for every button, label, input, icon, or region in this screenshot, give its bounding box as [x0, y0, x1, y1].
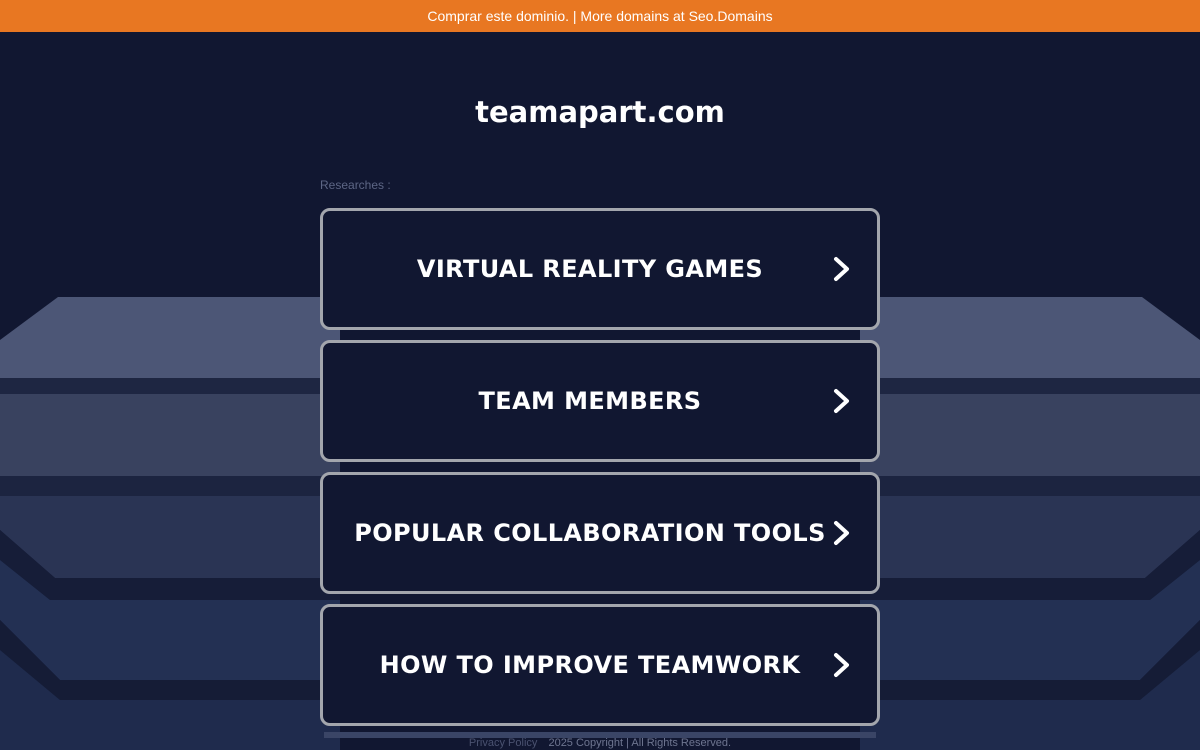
page: Comprar este dominio. | More domains at … [0, 0, 1200, 750]
link-label: VIRTUAL REALITY GAMES [416, 255, 764, 283]
link-button-virtual-reality-games[interactable]: VIRTUAL REALITY GAMES [320, 208, 880, 330]
research-links: VIRTUAL REALITY GAMES TEAM MEMBERS POPUL… [320, 208, 880, 736]
chevron-right-icon [834, 389, 849, 413]
privacy-policy-link[interactable]: Privacy Policy [469, 737, 537, 749]
domain-title: teamapart.com [475, 95, 725, 129]
link-button-popular-collaboration-tools[interactable]: POPULAR COLLABORATION TOOLS [320, 472, 880, 594]
link-label: TEAM MEMBERS [478, 387, 702, 415]
researches-label: Researches : [320, 178, 391, 192]
footer: Privacy Policy 2025 Copyright | All Righ… [0, 736, 1200, 750]
link-label: POPULAR COLLABORATION TOOLS [354, 519, 826, 547]
chevron-right-icon [834, 521, 849, 545]
copyright-text: 2025 Copyright | All Rights Reserved. [548, 737, 732, 749]
link-label: HOW TO IMPROVE TEAMWORK [379, 651, 801, 679]
link-button-team-members[interactable]: TEAM MEMBERS [320, 340, 880, 462]
buy-domain-banner[interactable]: Comprar este dominio. | More domains at … [0, 0, 1200, 32]
chevron-right-icon [834, 653, 849, 677]
link-button-how-to-improve-teamwork[interactable]: HOW TO IMPROVE TEAMWORK [320, 604, 880, 726]
chevron-right-icon [834, 257, 849, 281]
